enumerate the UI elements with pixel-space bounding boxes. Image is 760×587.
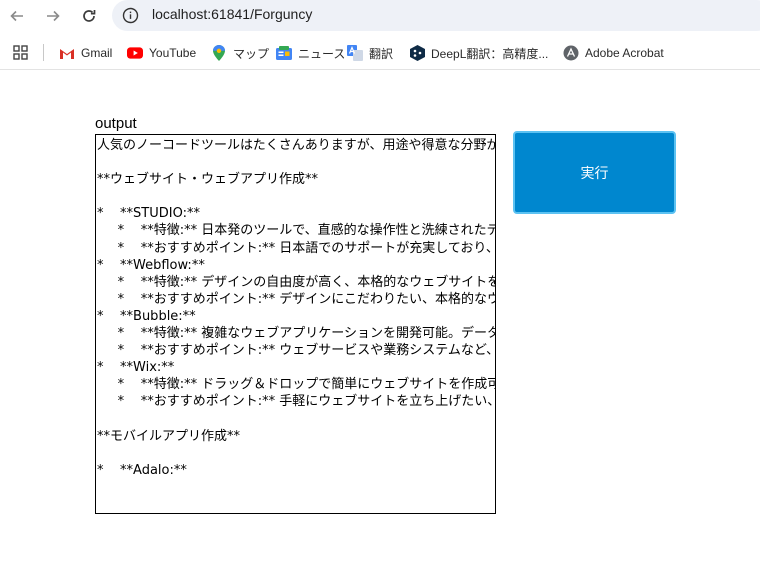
gmail-icon bbox=[59, 45, 75, 61]
bookmark-maps[interactable]: マップ bbox=[211, 44, 269, 62]
url-text: localhost:61841/Forguncy bbox=[152, 6, 313, 22]
run-button[interactable]: 実行 bbox=[513, 131, 676, 214]
browser-toolbar: localhost:61841/Forguncy bbox=[0, 0, 760, 32]
site-info-icon[interactable] bbox=[122, 7, 139, 28]
output-label: output bbox=[95, 115, 137, 132]
run-button-label: 実行 bbox=[580, 165, 609, 182]
arrow-right-icon bbox=[47, 10, 60, 22]
bookmark-label: Gmail bbox=[81, 46, 113, 60]
apps-grid-icon[interactable] bbox=[13, 45, 28, 64]
forward-button[interactable] bbox=[41, 4, 65, 28]
maps-icon bbox=[211, 45, 227, 61]
bookmark-label: Adobe Acrobat bbox=[585, 46, 664, 60]
output-textbox[interactable]: 人気のノーコードツールはたくさんありますが、用途や得意な分野が異なります。 **… bbox=[95, 134, 496, 514]
address-bar[interactable]: localhost:61841/Forguncy bbox=[112, 0, 760, 31]
bookmark-acrobat[interactable]: Adobe Acrobat bbox=[563, 44, 664, 62]
news-icon bbox=[276, 45, 292, 61]
bookmark-news[interactable]: ニュース bbox=[276, 44, 345, 62]
back-button[interactable] bbox=[5, 4, 29, 28]
bookmark-deepl[interactable]: DeepL翻訳：高精度... bbox=[409, 44, 548, 62]
bookmark-label: DeepL翻訳：高精度... bbox=[431, 46, 549, 61]
bookmark-youtube[interactable]: YouTube bbox=[127, 44, 196, 62]
output-text: 人気のノーコードツールはたくさんありますが、用途や得意な分野が異なります。 **… bbox=[97, 138, 496, 478]
deepl-icon bbox=[409, 45, 425, 61]
bookmarks-separator bbox=[43, 44, 44, 61]
bookmark-label: YouTube bbox=[149, 46, 197, 60]
acrobat-icon bbox=[563, 45, 579, 61]
bookmarks-bar: Gmail YouTube マップ ニュース 翻訳 DeepL翻訳：高精度... bbox=[0, 36, 760, 70]
arrow-left-icon bbox=[10, 10, 23, 22]
youtube-icon bbox=[127, 45, 143, 61]
bookmark-gmail[interactable]: Gmail bbox=[59, 44, 112, 62]
reload-button[interactable] bbox=[77, 4, 101, 28]
bookmark-label: ニュース bbox=[298, 46, 346, 61]
reload-icon bbox=[83, 10, 96, 22]
bookmark-label: マップ bbox=[233, 46, 270, 61]
bookmark-label: 翻訳 bbox=[369, 46, 394, 61]
translate-icon bbox=[347, 45, 363, 61]
bookmark-translate[interactable]: 翻訳 bbox=[347, 44, 393, 62]
